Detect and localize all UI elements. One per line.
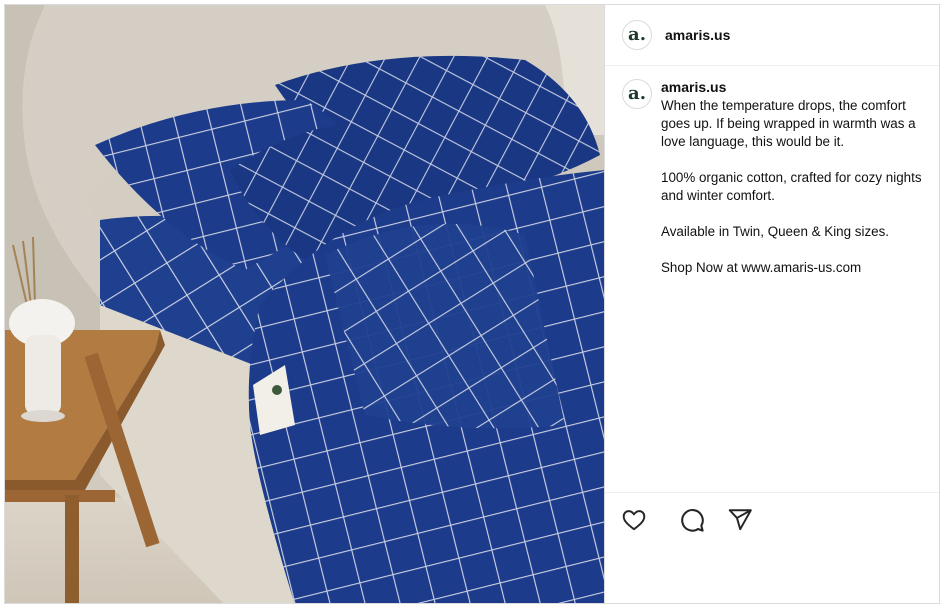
caption-text: When the temperature drops, the comfort … xyxy=(661,97,931,295)
post-photo[interactable] xyxy=(5,5,605,603)
caption-paragraph: Shop Now at www.amaris-us.com xyxy=(661,260,862,275)
bedding-photo xyxy=(5,5,604,603)
heart-icon xyxy=(622,510,646,531)
caption-paragraph: When the temperature drops, the comfort … xyxy=(661,98,916,149)
caption-paragraph: 100% organic cotton, crafted for cozy ni… xyxy=(661,170,922,203)
post-frame: a. amaris.us a. amaris.us When the tempe… xyxy=(4,4,940,604)
avatar[interactable]: a. xyxy=(622,20,652,50)
caption-username[interactable]: amaris.us xyxy=(661,79,726,95)
like-button[interactable] xyxy=(621,507,647,533)
post-side-panel: a. amaris.us a. amaris.us When the tempe… xyxy=(605,5,939,603)
comment-button[interactable] xyxy=(679,507,705,533)
post-header: a. amaris.us xyxy=(605,5,939,66)
comment-icon xyxy=(681,509,704,532)
post-username[interactable]: amaris.us xyxy=(665,27,730,43)
share-button[interactable] xyxy=(727,507,753,533)
caption-paragraph: Available in Twin, Queen & King sizes. xyxy=(661,224,890,239)
caption-avatar[interactable]: a. xyxy=(622,79,652,109)
post-actions xyxy=(605,492,939,544)
send-icon xyxy=(728,509,752,531)
